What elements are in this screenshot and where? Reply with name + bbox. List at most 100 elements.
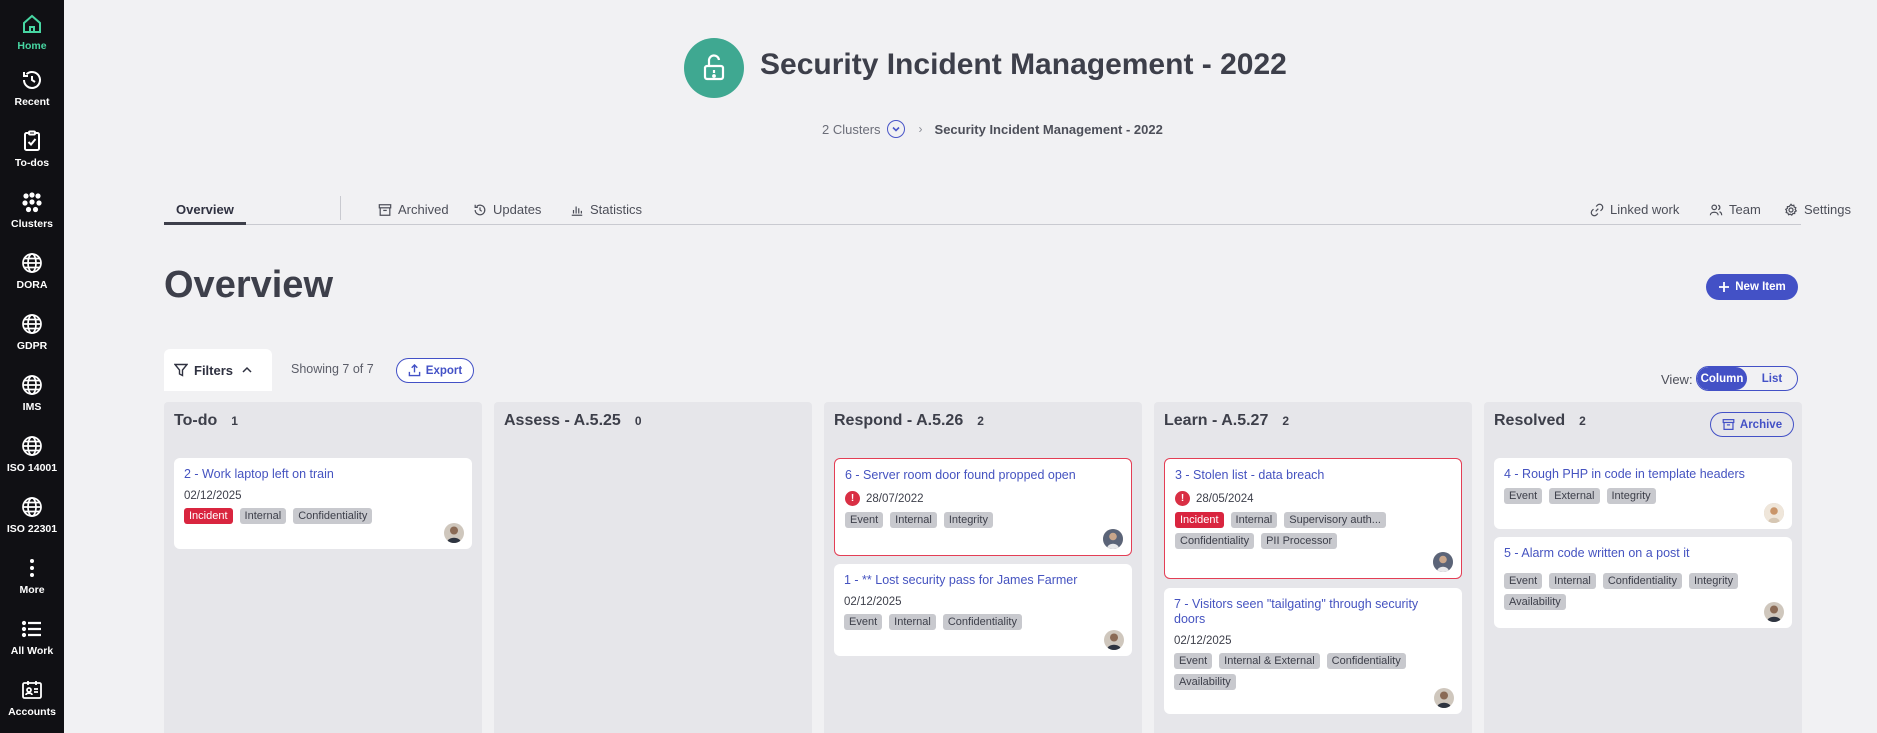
item-card[interactable]: 4 - Rough PHP in code in template header…: [1494, 458, 1792, 529]
page-title: Overview: [164, 264, 333, 306]
sidebar-item-ims[interactable]: IMS: [0, 365, 64, 421]
avatar[interactable]: [1434, 688, 1454, 708]
card-title[interactable]: 1 - ** Lost security pass for James Farm…: [844, 573, 1122, 588]
sidebar: Home Recent To-dos Clusters DORA GDPR IM…: [0, 0, 64, 733]
tag: Confidentiality: [942, 614, 1022, 630]
sidebar-item-label: Home: [17, 40, 47, 52]
tag-incident: Incident: [1175, 512, 1224, 528]
export-button[interactable]: Export: [396, 358, 474, 383]
archive-button[interactable]: Archive: [1710, 412, 1794, 437]
tab-archived[interactable]: Archived: [378, 202, 449, 217]
tag: PII Processor: [1261, 533, 1338, 549]
breadcrumb-clusters[interactable]: 2 Clusters: [822, 122, 881, 137]
column-header: Learn - A.5.27 2: [1164, 412, 1289, 430]
tag: Internal: [1549, 573, 1596, 589]
active-tab-underline: [164, 222, 246, 225]
globe-icon: [22, 436, 42, 456]
column-title: To-do: [174, 412, 218, 429]
view-toggle: Column List: [1696, 366, 1798, 391]
new-item-label: New Item: [1735, 281, 1786, 293]
avatar[interactable]: [1104, 630, 1124, 650]
project-icon: [684, 38, 744, 98]
sidebar-item-gdpr[interactable]: GDPR: [0, 304, 64, 360]
chevron-up-icon: [242, 366, 252, 373]
sidebar-item-clusters[interactable]: Clusters: [0, 182, 64, 238]
sidebar-item-dora[interactable]: DORA: [0, 243, 64, 299]
archive-icon: [378, 203, 392, 216]
card-title[interactable]: 7 - Visitors seen "tailgating" through s…: [1174, 597, 1452, 627]
globe-icon: [22, 375, 42, 395]
sidebar-item-more[interactable]: More: [0, 548, 64, 604]
card-tags: Event Internal & External Confidentialit…: [1174, 653, 1424, 695]
card-date: ! 28/05/2024: [1175, 491, 1451, 506]
column-header: To-do 1: [174, 412, 238, 430]
item-card[interactable]: 6 - Server room door found propped open …: [834, 458, 1132, 556]
sidebar-item-home[interactable]: Home: [0, 4, 64, 60]
tab-settings[interactable]: Settings: [1784, 202, 1851, 217]
tag-incident: Incident: [184, 508, 233, 524]
tag: Internal: [239, 508, 287, 524]
column-title: Learn - A.5.27: [1164, 412, 1269, 429]
tab-team[interactable]: Team: [1709, 202, 1761, 217]
column-count: 2: [977, 414, 984, 428]
card-title[interactable]: 2 - Work laptop left on train: [184, 467, 462, 482]
card-title[interactable]: 5 - Alarm code written on a post it: [1504, 546, 1782, 561]
item-card[interactable]: 1 - ** Lost security pass for James Farm…: [834, 564, 1132, 656]
card-title[interactable]: 4 - Rough PHP in code in template header…: [1504, 467, 1782, 482]
item-card[interactable]: 7 - Visitors seen "tailgating" through s…: [1164, 588, 1462, 714]
sidebar-item-label: Clusters: [10, 218, 53, 230]
tab-bar: Overview Archived Updates Statistics Lin…: [164, 196, 1851, 225]
tab-settings-label: Settings: [1804, 202, 1851, 217]
avatar-image: [1103, 529, 1123, 549]
column-title: Resolved: [1494, 412, 1566, 429]
avatar[interactable]: [1764, 602, 1784, 622]
column-assess: Assess - A.5.25 0: [494, 402, 812, 733]
sidebar-item-todos[interactable]: To-dos: [0, 121, 64, 177]
sidebar-item-iso22301[interactable]: ISO 22301: [0, 487, 64, 543]
avatar[interactable]: [1103, 529, 1123, 549]
card-tags: Event External Integrity: [1504, 488, 1754, 509]
column-title: Respond - A.5.26: [834, 412, 964, 429]
card-date: 02/12/2025: [184, 490, 242, 502]
sidebar-item-iso14001[interactable]: ISO 14001: [0, 426, 64, 482]
item-card[interactable]: 5 - Alarm code written on a post it Even…: [1494, 537, 1792, 628]
history-icon: [474, 204, 486, 215]
tag: Integrity: [1688, 573, 1739, 589]
tag: Event: [1504, 488, 1543, 504]
card-title[interactable]: 6 - Server room door found propped open: [845, 468, 1121, 483]
card-tags: Incident Internal Confidentiality: [184, 508, 434, 529]
view-column-button[interactable]: Column: [1697, 367, 1747, 390]
clipboard-check-icon: [24, 130, 40, 151]
column-resolved: Resolved 2 Archive 4 - Rough PHP in code…: [1484, 402, 1802, 733]
view-list-button[interactable]: List: [1747, 367, 1797, 390]
avatar[interactable]: [1433, 552, 1453, 572]
item-card[interactable]: 2 - Work laptop left on train 02/12/2025…: [174, 458, 472, 549]
column-header: Resolved 2: [1494, 412, 1586, 430]
sidebar-item-label: Accounts: [8, 706, 56, 718]
new-item-button[interactable]: New Item: [1706, 274, 1798, 300]
tag: Event: [1504, 573, 1543, 589]
sidebar-item-all-work[interactable]: All Work: [0, 609, 64, 665]
item-card[interactable]: 3 - Stolen list - data breach ! 28/05/20…: [1164, 458, 1462, 579]
column-title: Assess - A.5.25: [504, 412, 621, 429]
card-title[interactable]: 3 - Stolen list - data breach: [1175, 468, 1451, 483]
tag: Event: [845, 512, 884, 528]
tag: Internal: [890, 512, 937, 528]
archive-label: Archive: [1739, 418, 1783, 431]
tab-statistics[interactable]: Statistics: [570, 202, 642, 217]
tab-overview[interactable]: Overview: [176, 202, 234, 217]
sidebar-item-accounts[interactable]: Accounts: [0, 670, 64, 726]
sidebar-item-recent[interactable]: Recent: [0, 60, 64, 116]
filters-button[interactable]: Filters: [164, 349, 272, 391]
home-icon: [23, 14, 41, 33]
overdue-alert-icon: !: [845, 491, 860, 506]
tab-updates[interactable]: Updates: [473, 202, 541, 217]
avatar-image: [1433, 552, 1453, 572]
avatar[interactable]: [1764, 503, 1784, 523]
avatar[interactable]: [444, 523, 464, 543]
card-tags: Event Internal Integrity: [845, 512, 1095, 533]
clusters-dropdown-button[interactable]: [886, 120, 905, 138]
avatar-image: [1437, 691, 1451, 708]
tab-linked-work[interactable]: Linked work: [1590, 202, 1679, 217]
tag: Event: [1174, 653, 1213, 669]
